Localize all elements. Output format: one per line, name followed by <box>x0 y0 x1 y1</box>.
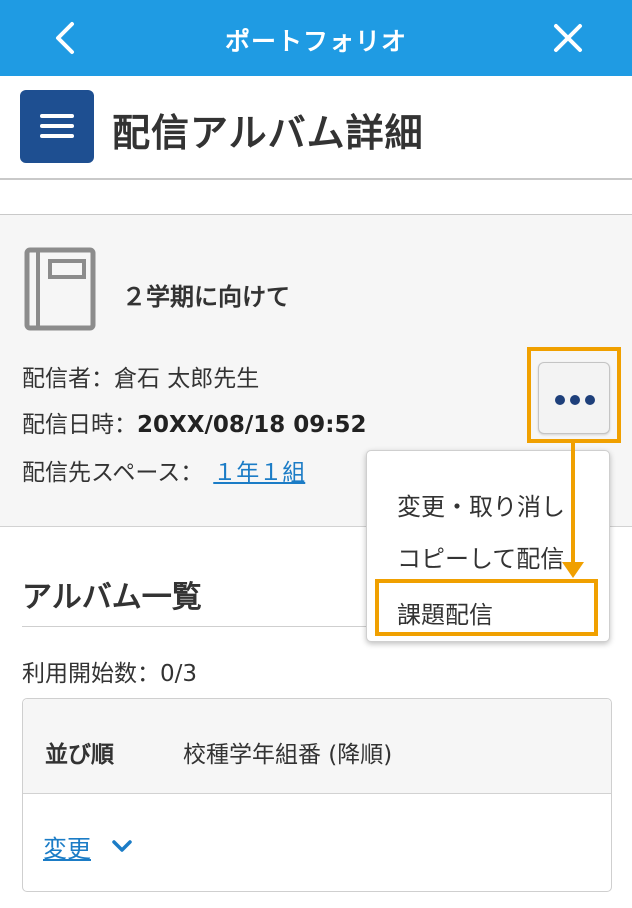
chevron-down-icon[interactable] <box>111 839 133 853</box>
highlight-arrow <box>571 443 575 569</box>
arrow-head-icon <box>562 562 584 578</box>
date-label: 配信日時： <box>22 412 137 438</box>
sender-value: 倉石 太郎先生 <box>114 366 260 392</box>
sort-value: 校種学年組番 (降順) <box>183 742 393 768</box>
page-title: 配信アルバム詳細 <box>112 111 424 155</box>
more-button-highlight <box>527 347 621 443</box>
album-list-title: アルバム一覧 <box>22 580 202 615</box>
space-row: 配信先スペース： １年１組 <box>22 453 305 487</box>
start-count-label: 利用開始数： <box>22 661 160 687</box>
sender-label: 配信者： <box>22 366 114 392</box>
album-title: ２学期に向けて <box>122 283 290 311</box>
book-icon <box>24 247 96 331</box>
date-value: 20XX/08/18 09:52 <box>137 412 367 438</box>
start-count-value: 0/3 <box>160 661 198 687</box>
sort-row: 並び順 校種学年組番 (降順) <box>23 699 611 794</box>
sender-row: 配信者：倉石 太郎先生 <box>22 359 259 393</box>
menu-item-copy-send[interactable]: コピーして配信 <box>397 539 564 574</box>
assignment-send-highlight <box>375 579 598 636</box>
space-label: 配信先スペース： <box>22 460 204 486</box>
top-bar: ポートフォリオ <box>0 0 632 76</box>
space-link[interactable]: １年１組 <box>213 460 305 486</box>
sort-label: 並び順 <box>45 742 114 768</box>
divider <box>22 626 367 627</box>
hamburger-menu-button[interactable] <box>20 90 94 163</box>
sort-change-link[interactable]: 変更 <box>43 829 91 864</box>
app-title: ポートフォリオ <box>224 27 407 56</box>
sort-panel: 並び順 校種学年組番 (降順) 変更 <box>22 698 612 892</box>
page-header: 配信アルバム詳細 <box>0 76 632 180</box>
close-icon[interactable] <box>546 16 590 60</box>
date-row: 配信日時：20XX/08/18 09:52 <box>22 405 367 439</box>
start-count: 利用開始数：0/3 <box>22 654 197 688</box>
menu-item-edit-cancel[interactable]: 変更・取り消し <box>397 487 565 522</box>
